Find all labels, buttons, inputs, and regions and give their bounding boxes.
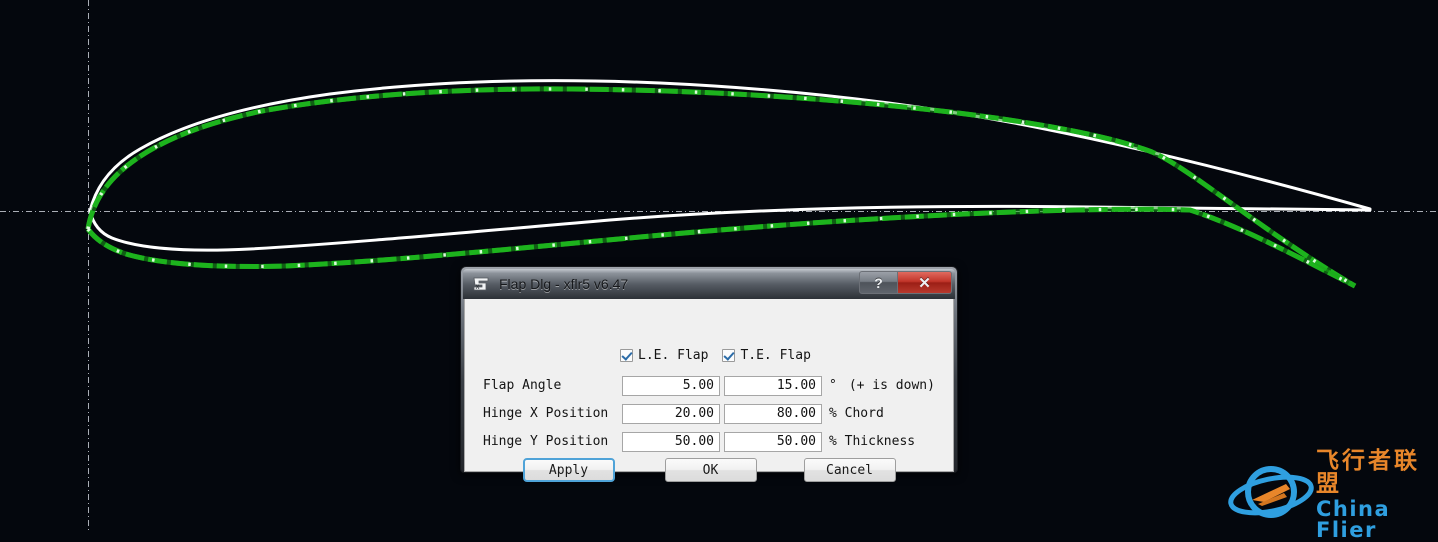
hinge-y-row: Hinge Y Position 50.00 50.00 % Thickness — [483, 431, 915, 452]
svg-text:x: x — [476, 282, 480, 291]
flap-angle-unit: ° — [829, 378, 837, 393]
le-flap-checkbox[interactable] — [620, 349, 633, 362]
hinge-x-row: Hinge X Position 20.00 80.00 % Chord — [483, 403, 884, 424]
hinge-y-te-input[interactable]: 50.00 — [724, 431, 822, 452]
hinge-y-unit: % Thickness — [829, 434, 916, 449]
le-flap-checkbox-item[interactable]: L.E. Flap — [620, 348, 708, 363]
hinge-x-te-input[interactable]: 80.00 — [724, 403, 822, 424]
flap-enable-row: L.E. Flap T.E. Flap — [620, 348, 825, 363]
hinge-y-label: Hinge Y Position — [483, 434, 609, 449]
help-button[interactable]: ? — [859, 271, 898, 294]
te-flap-label: T.E. Flap — [740, 348, 811, 363]
te-flap-checkbox[interactable] — [722, 349, 736, 362]
cancel-button[interactable]: Cancel — [803, 458, 896, 482]
window-controls[interactable]: ? ✕ — [859, 271, 952, 294]
flap-angle-le-input[interactable]: 5.00 — [622, 375, 720, 396]
hinge-x-label: Hinge X Position — [483, 406, 609, 421]
dialog-titlebar[interactable]: x Flap Dlg - xflr5 v6.47 ? ✕ — [463, 269, 955, 299]
te-flap-checkbox-item[interactable]: T.E. Flap — [722, 348, 811, 363]
ok-button[interactable]: OK — [664, 458, 757, 482]
hinge-x-unit: % Chord — [829, 406, 884, 421]
flap-angle-row: Flap Angle 5.00 15.00 ° (+ is down) — [483, 375, 935, 396]
flap-angle-label: Flap Angle — [483, 378, 562, 393]
dialog-title: Flap Dlg - xflr5 v6.47 — [499, 276, 629, 292]
flap-angle-te-input[interactable]: 15.00 — [724, 375, 822, 396]
flap-angle-note: (+ is down) — [848, 378, 935, 393]
flap-dialog[interactable]: x Flap Dlg - xflr5 v6.47 ? ✕ L.E. Flap T… — [460, 266, 958, 482]
dialog-button-row: Apply OK Cancel — [465, 458, 953, 482]
le-flap-label: L.E. Flap — [638, 348, 709, 363]
hinge-y-le-input[interactable]: 50.00 — [622, 431, 720, 452]
hinge-x-le-input[interactable]: 20.00 — [622, 403, 720, 424]
close-button[interactable]: ✕ — [898, 271, 952, 294]
apply-button[interactable]: Apply — [522, 458, 615, 482]
dialog-content: L.E. Flap T.E. Flap Flap Angle 5.00 15.0… — [464, 299, 954, 482]
xflr5-logo-icon: x — [473, 277, 489, 291]
